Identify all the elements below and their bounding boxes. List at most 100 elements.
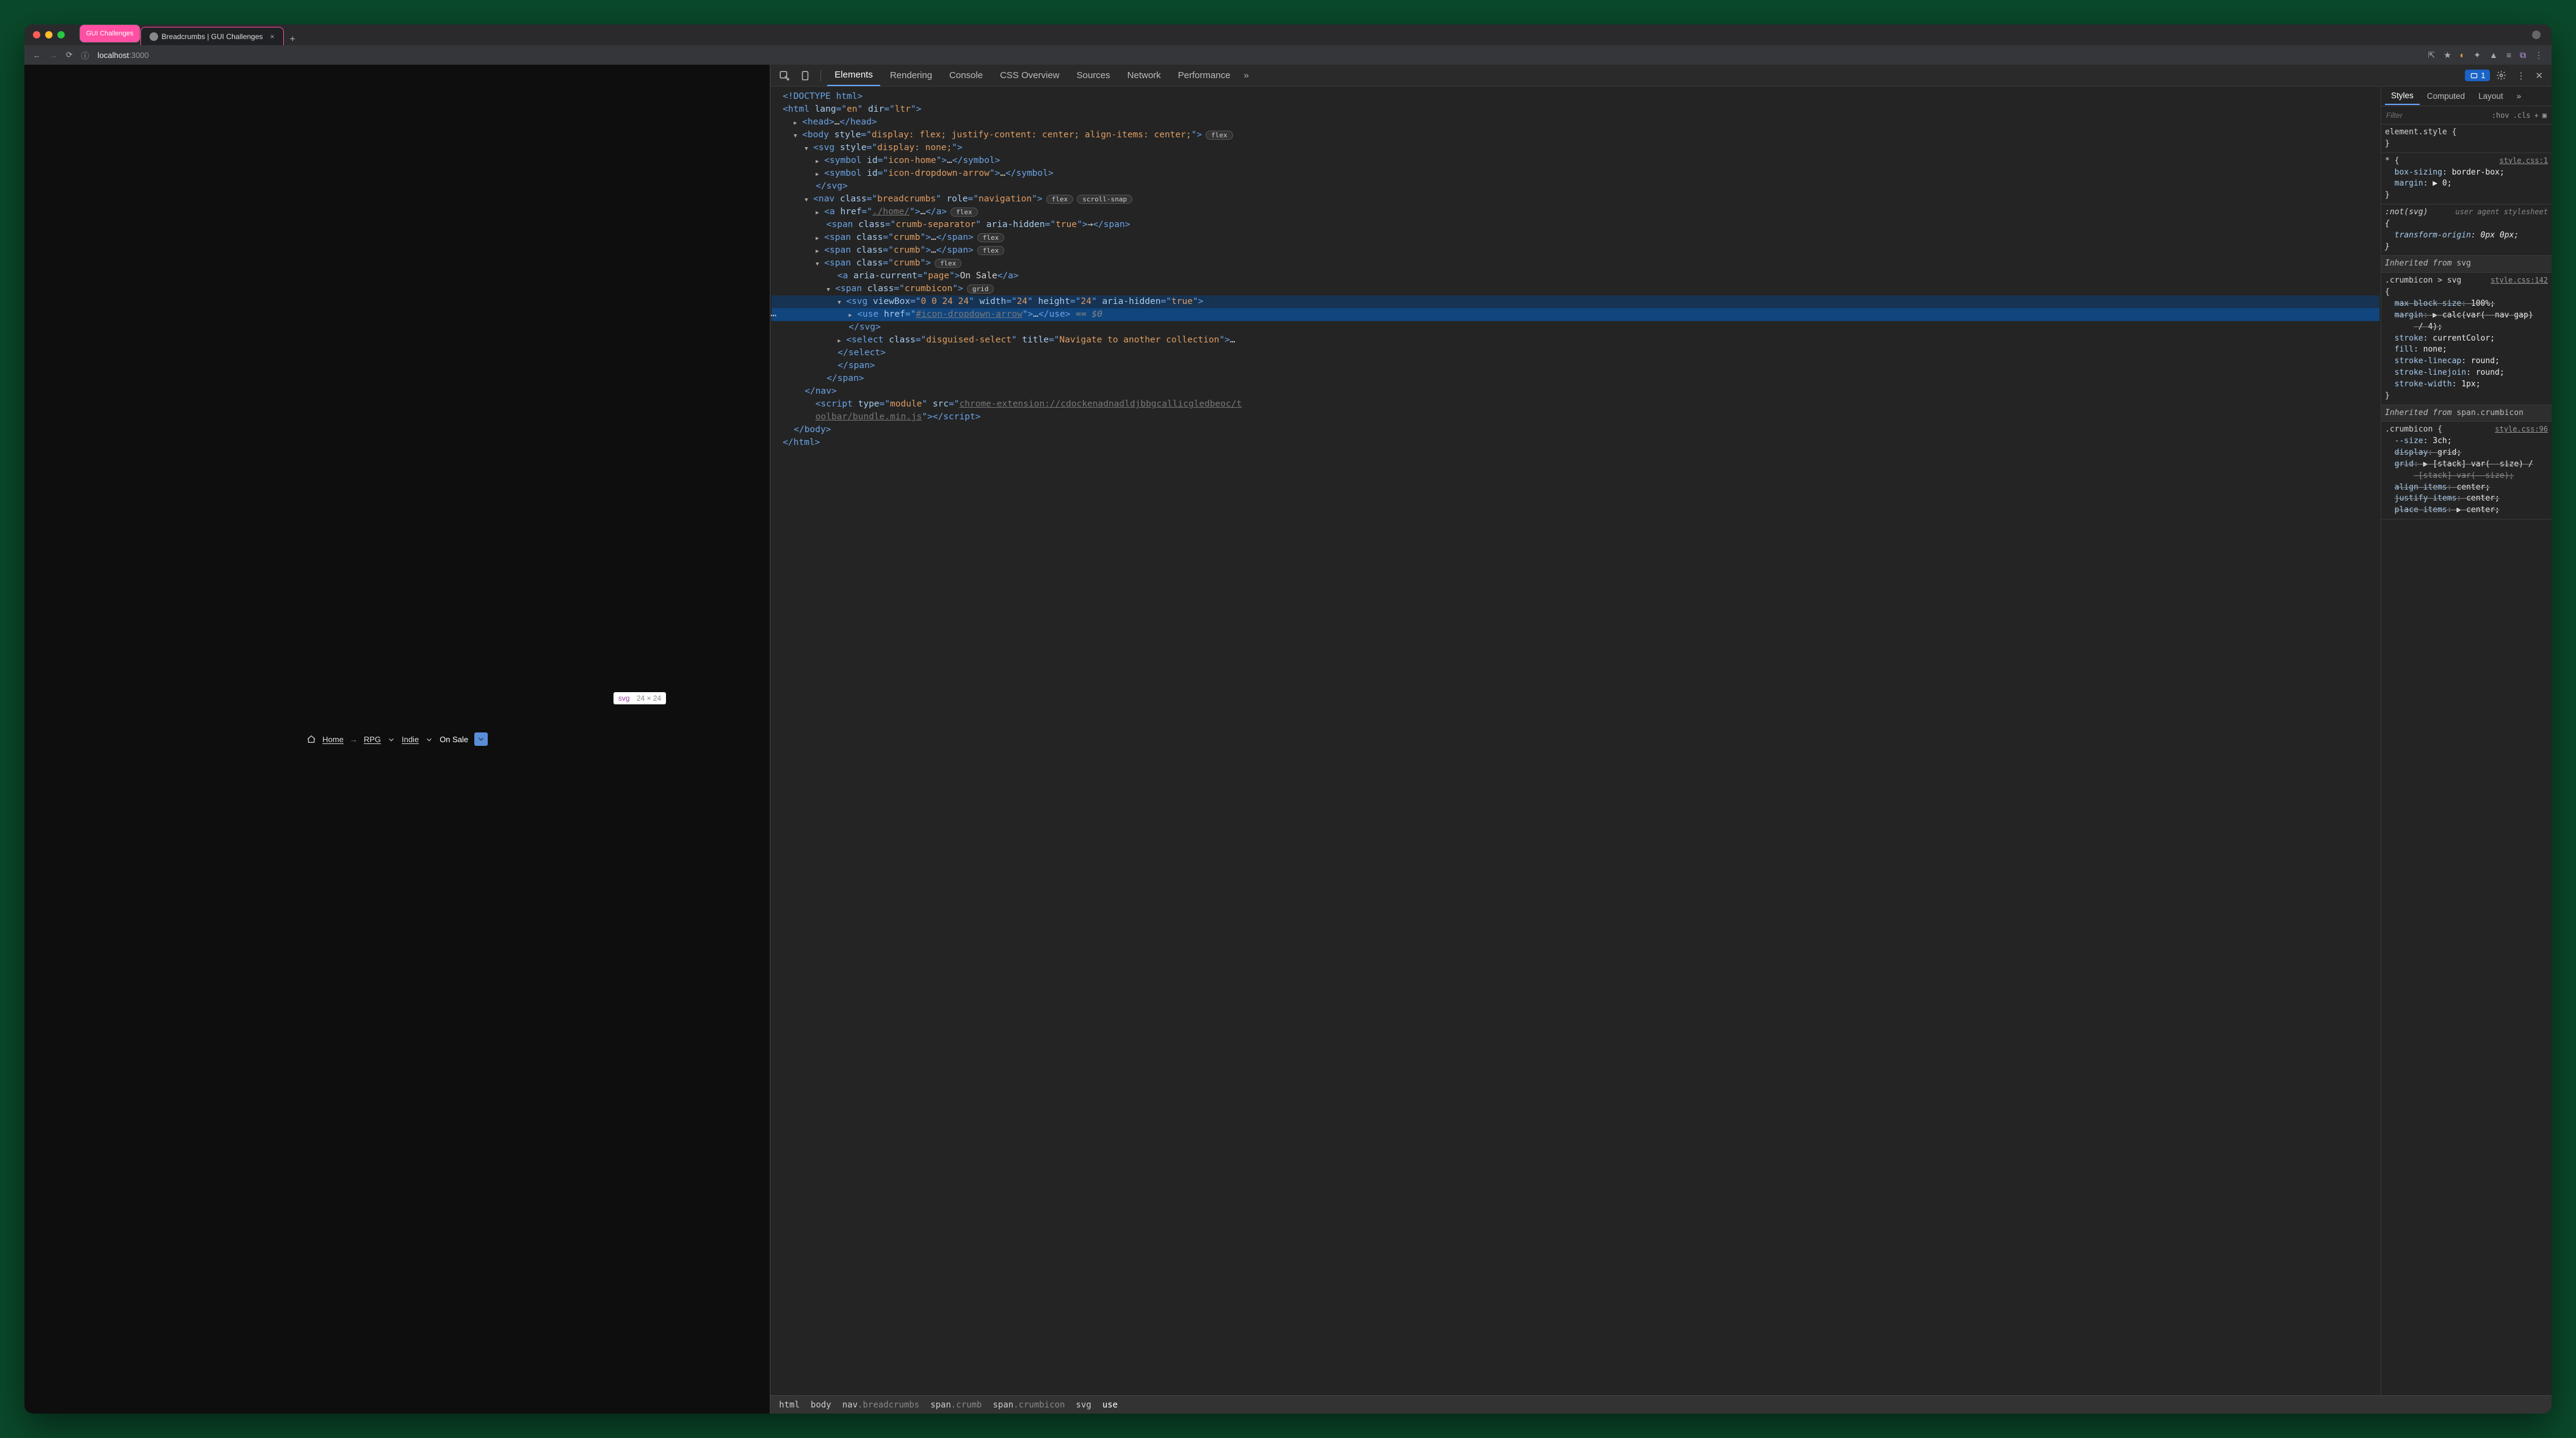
- readlist-icon[interactable]: ≡: [2506, 50, 2511, 60]
- mic-icon[interactable]: ⧉: [2520, 50, 2526, 60]
- more-tabs-icon[interactable]: »: [1240, 68, 1253, 83]
- dom-line: <nav class="breadcrumbs" role="navigatio…: [772, 193, 2379, 206]
- dom-line: </span>: [772, 372, 2379, 385]
- chevron-down-icon[interactable]: [387, 734, 396, 744]
- tab-cssoverview[interactable]: CSS Overview: [993, 65, 1067, 85]
- css-rules[interactable]: element.style { } style.css:1 * { box-si…: [2381, 125, 2552, 1395]
- dom-line: <svg style="display: none;">: [772, 142, 2379, 154]
- back-icon[interactable]: ←: [33, 51, 41, 60]
- crumb-rpg[interactable]: RPG: [364, 735, 381, 744]
- tab-computed[interactable]: Computed: [2421, 88, 2471, 104]
- close-button[interactable]: [33, 31, 40, 38]
- tab-network[interactable]: Network: [1120, 65, 1168, 85]
- new-tab-button[interactable]: +: [290, 34, 295, 45]
- inherited-label: Inherited from span.crumbicon: [2381, 405, 2552, 422]
- profile-icon[interactable]: ▲: [2489, 50, 2498, 60]
- dom-line: <!DOCTYPE html>: [772, 90, 2379, 103]
- menu-icon[interactable]: ⋮: [2534, 50, 2543, 60]
- info-icon[interactable]: ⓘ: [81, 49, 89, 61]
- trail-item: span.crumb: [930, 1400, 982, 1410]
- dom-line: <body style="display: flex; justify-cont…: [772, 129, 2379, 142]
- share-icon[interactable]: ⇱: [2428, 50, 2435, 60]
- titlebar: GUI Challenges Breadcrumbs | GUI Challen…: [24, 24, 2552, 45]
- dom-line: <html lang="en" dir="ltr">: [772, 103, 2379, 116]
- settings-icon[interactable]: [2492, 68, 2510, 84]
- dom-breadcrumb-trail[interactable]: html body nav.breadcrumbs span.crumb spa…: [770, 1395, 2552, 1414]
- tab-styles[interactable]: Styles: [2385, 87, 2420, 105]
- tab-title: Breadcrumbs | GUI Challenges: [162, 32, 263, 41]
- crumb-home[interactable]: Home: [322, 735, 344, 744]
- maximize-button[interactable]: [57, 31, 65, 38]
- crumb-current: On Sale: [440, 735, 468, 744]
- box-icon[interactable]: ▣: [2542, 111, 2547, 120]
- dom-line: <span class="crumb-separator" aria-hidde…: [772, 219, 2379, 231]
- styles-filter-input[interactable]: [2386, 111, 2441, 120]
- add-rule-button[interactable]: +: [2534, 111, 2539, 120]
- css-rule: user agent stylesheet :not(svg) { transf…: [2381, 204, 2552, 256]
- trail-item: html: [779, 1400, 800, 1410]
- traffic-lights: [33, 31, 65, 38]
- dom-line: </nav>: [772, 385, 2379, 398]
- inspect-icon[interactable]: [775, 67, 794, 83]
- breadcrumbs-nav: Home → RPG Indie On Sale: [306, 732, 488, 746]
- crumb-dropdown-highlighted[interactable]: [474, 732, 488, 746]
- device-icon[interactable]: [796, 67, 814, 83]
- crumb-indie[interactable]: Indie: [402, 735, 419, 744]
- bookmark-icon[interactable]: ★: [2444, 50, 2451, 60]
- address-bar: ← → ⟳ ⓘ localhost:3000 ⇱ ★ ◐ ✦ ▲ ≡ ⧉ ⋮: [24, 45, 2552, 65]
- dom-line: </span>: [772, 360, 2379, 372]
- reload-icon[interactable]: ⟳: [66, 50, 73, 60]
- address-icons: ⇱ ★ ◐ ✦ ▲ ≡ ⧉ ⋮: [2428, 50, 2543, 60]
- hov-toggle[interactable]: :hov: [2492, 111, 2509, 120]
- tab-active[interactable]: Breadcrumbs | GUI Challenges ×: [140, 27, 284, 45]
- dom-line: <symbol id="icon-dropdown-arrow">…</symb…: [772, 167, 2379, 180]
- dom-line: <script type="module" src="chrome-extens…: [772, 398, 2379, 411]
- minimize-button[interactable]: [45, 31, 52, 38]
- tab-performance[interactable]: Performance: [1171, 65, 1238, 85]
- url-field[interactable]: localhost:3000: [98, 51, 2420, 60]
- extensions-icon[interactable]: ✦: [2473, 50, 2481, 60]
- inherited-label: Inherited from svg: [2381, 256, 2552, 273]
- home-icon: [306, 734, 316, 745]
- tooltip-tag: svg: [618, 694, 630, 703]
- kebab-icon[interactable]: ⋮: [2513, 68, 2529, 84]
- dom-line: </body>: [772, 424, 2379, 436]
- tab-layout[interactable]: Layout: [2472, 88, 2509, 104]
- styles-tabs: Styles Computed Layout »: [2381, 87, 2552, 106]
- more-icon[interactable]: »: [2511, 88, 2528, 104]
- close-devtools-icon[interactable]: ✕: [2531, 68, 2547, 84]
- dom-line: </html>: [772, 436, 2379, 449]
- extension-icon[interactable]: [2532, 31, 2541, 39]
- dom-line: </svg>: [772, 321, 2379, 334]
- trail-item: nav.breadcrumbs: [842, 1400, 919, 1410]
- tab-elements[interactable]: Elements: [827, 65, 880, 86]
- page-viewport: svg 24 × 24 Home → RPG Indie On Sale: [24, 65, 770, 1414]
- dom-line-selected: ⋯<use href="#icon-dropdown-arrow">…</use…: [772, 308, 2379, 321]
- css-rule: style.css:1 * { box-sizing: border-box; …: [2381, 153, 2552, 204]
- dom-line: </svg>: [772, 180, 2379, 193]
- browser-window: GUI Challenges Breadcrumbs | GUI Challen…: [24, 24, 2552, 1414]
- tab-sources[interactable]: Sources: [1069, 65, 1118, 85]
- tab-pinned[interactable]: GUI Challenges: [79, 24, 140, 43]
- dom-line: <head>…</head>: [772, 116, 2379, 129]
- close-tab-icon[interactable]: ×: [270, 32, 275, 41]
- chevron-down-icon[interactable]: [425, 734, 433, 744]
- tab-console[interactable]: Console: [942, 65, 990, 85]
- trail-item: span.crumbicon: [993, 1400, 1065, 1410]
- trail-item: body: [811, 1400, 831, 1410]
- tab-rendering[interactable]: Rendering: [883, 65, 939, 85]
- trail-item: svg: [1076, 1400, 1091, 1410]
- issues-badge[interactable]: 1: [2465, 70, 2490, 81]
- url-port: :3000: [129, 51, 149, 60]
- forward-icon[interactable]: →: [49, 51, 57, 60]
- cls-toggle[interactable]: .cls: [2513, 111, 2531, 120]
- issues-count: 1: [2481, 71, 2485, 80]
- ext1-icon[interactable]: ◐: [2460, 50, 2465, 60]
- dom-line: <span class="crumbicon">grid: [772, 283, 2379, 295]
- elements-panel[interactable]: <!DOCTYPE html> <html lang="en" dir="ltr…: [770, 87, 2381, 1395]
- dom-line: <span class="crumb">flex: [772, 257, 2379, 270]
- favicon-icon: [150, 32, 158, 41]
- dom-line-parent-highlighted: <svg viewBox="0 0 24 24" width="24" heig…: [772, 295, 2379, 308]
- css-rule: element.style { }: [2381, 125, 2552, 153]
- dom-line: <symbol id="icon-home">…</symbol>: [772, 154, 2379, 167]
